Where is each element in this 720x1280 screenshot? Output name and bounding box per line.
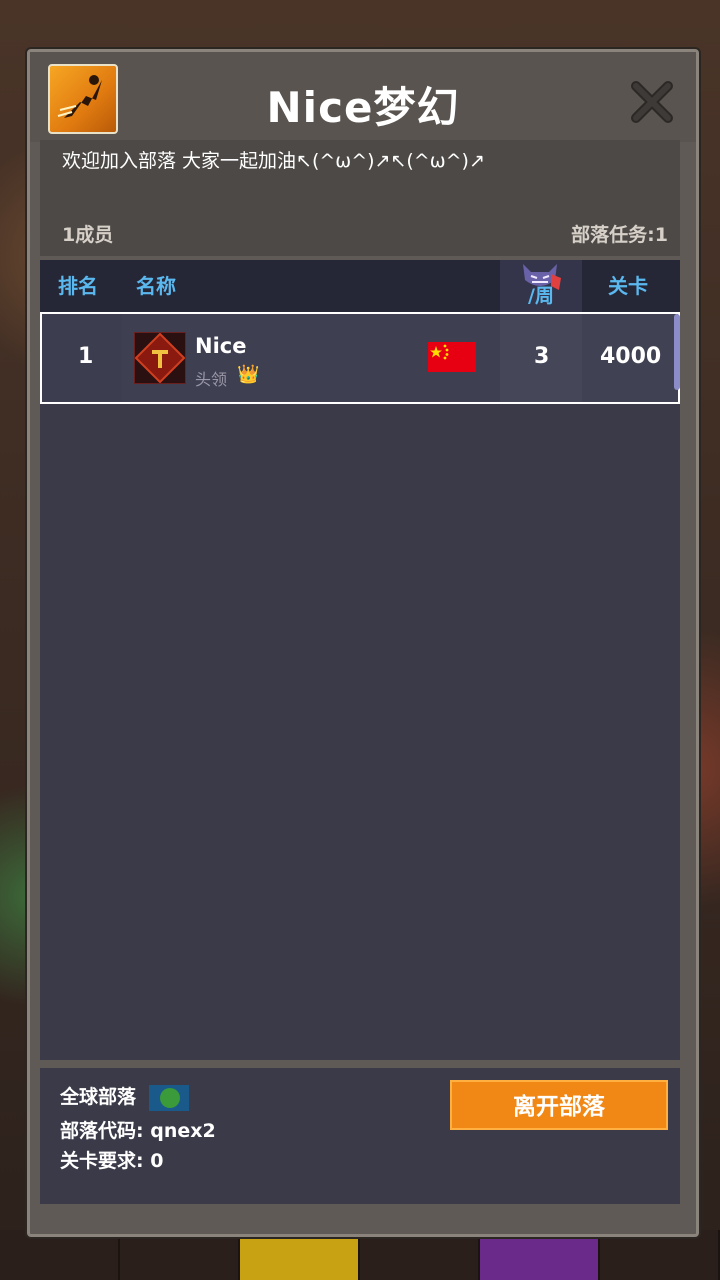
column-level: 关卡 [608, 274, 648, 298]
scrollbar[interactable] [674, 314, 680, 390]
table-row[interactable]: 1 Nice 头领 👑 3 4000 [40, 312, 680, 404]
close-icon[interactable] [628, 78, 676, 126]
column-rank: 排名 [58, 274, 98, 298]
global-tribe-row: 全球部落 [60, 1082, 189, 1111]
member-week-count: 3 [534, 344, 550, 369]
crown-icon: 👑 [237, 364, 260, 385]
tribe-dialog: Nice梦幻 欢迎加入部落 大家一起加油↖(^ω^)↗↖(^ω^)↗ 1成员 部… [27, 49, 699, 1237]
member-level: 4000 [600, 344, 662, 369]
globe-icon [148, 1084, 189, 1111]
member-name: Nice [195, 334, 247, 358]
tribe-notice: 欢迎加入部落 大家一起加油↖(^ω^)↗↖(^ω^)↗ [62, 150, 485, 172]
member-role: 头领 [195, 370, 228, 389]
tribe-footer: 全球部落 部落代码: qnex2 关卡要求: 0 离开部落 [40, 1068, 680, 1204]
tribe-title: Nice梦幻 [266, 83, 460, 132]
level-requirement: 关卡要求: 0 [60, 1150, 164, 1172]
member-rank: 1 [78, 344, 94, 369]
column-week: /周 [500, 260, 582, 312]
dialog-header: Nice梦幻 [30, 52, 696, 142]
avatar [134, 332, 186, 384]
leave-tribe-button[interactable]: 离开部落 [450, 1080, 668, 1130]
tribe-code: 部落代码: qnex2 [60, 1120, 216, 1142]
global-tribe-label: 全球部落 [60, 1086, 137, 1108]
tribe-tasks: 部落任务:1 [571, 224, 668, 246]
tribe-info: 欢迎加入部落 大家一起加油↖(^ω^)↗↖(^ω^)↗ 1成员 部落任务:1 [40, 140, 680, 256]
bottom-nav [0, 1230, 720, 1280]
table-header: 排名 名称 /周 关卡 [40, 260, 680, 312]
column-name: 名称 [136, 274, 176, 298]
china-flag-icon [428, 342, 476, 372]
member-count: 1成员 [62, 224, 114, 246]
member-table: 排名 名称 /周 关卡 1 Nice 头领 👑 3 4000 [40, 260, 680, 1060]
column-week-label: /周 [528, 285, 554, 307]
